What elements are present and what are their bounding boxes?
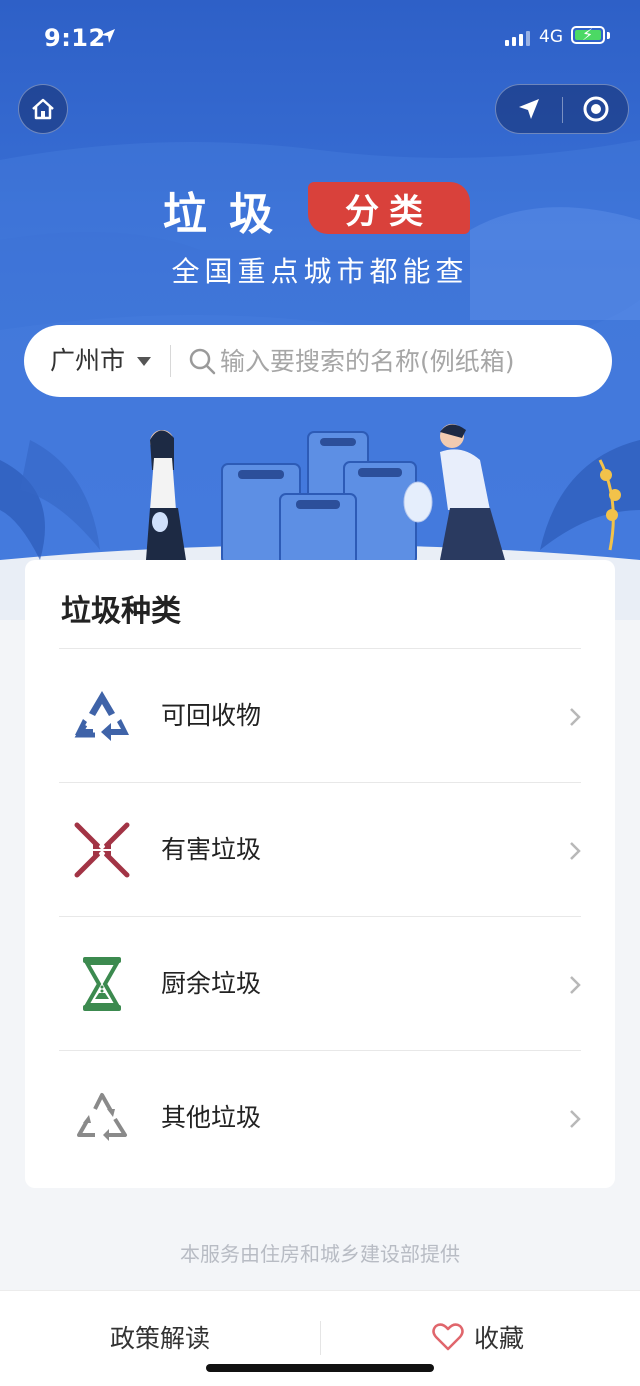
caret-down-icon[interactable] bbox=[137, 357, 151, 366]
favorite-button[interactable]: 收藏 bbox=[432, 1319, 524, 1355]
chevron-right-icon bbox=[570, 842, 581, 860]
network-type: 4G bbox=[539, 27, 563, 47]
status-bar: 9:12 4G ⚡ bbox=[0, 22, 640, 58]
search-icon bbox=[189, 348, 216, 375]
hourglass-icon bbox=[83, 957, 121, 1011]
location-button[interactable] bbox=[496, 85, 562, 133]
home-button[interactable] bbox=[18, 84, 68, 134]
chevron-right-icon bbox=[570, 708, 581, 726]
recycle-outline-icon bbox=[77, 1093, 127, 1141]
home-indicator[interactable] bbox=[206, 1364, 434, 1372]
signal-icon bbox=[505, 30, 530, 46]
category-row-kitchen[interactable]: 厨余垃圾 bbox=[59, 916, 581, 1051]
category-label: 有害垃圾 bbox=[161, 835, 262, 864]
close-mini-program-button[interactable] bbox=[563, 85, 629, 133]
battery-icon: ⚡ bbox=[571, 25, 605, 44]
title-tag: 分类 bbox=[308, 182, 470, 234]
hero-banner: 9:12 4G ⚡ 垃圾 分类 全国重点城市都能查 bbox=[0, 0, 640, 620]
service-provider-note: 本服务由住房和城乡建设部提供 bbox=[180, 1242, 460, 1266]
category-label: 可回收物 bbox=[161, 701, 262, 730]
target-circle-icon bbox=[583, 96, 609, 122]
heart-icon bbox=[432, 1323, 464, 1351]
page-subtitle: 全国重点城市都能查 bbox=[171, 255, 469, 288]
city-selector[interactable]: 广州市 bbox=[50, 325, 125, 397]
navigation-arrow-icon bbox=[519, 99, 539, 119]
category-label: 厨余垃圾 bbox=[161, 969, 262, 998]
category-card-title: 垃圾种类 bbox=[61, 594, 181, 629]
category-row-other[interactable]: 其他垃圾 bbox=[59, 1050, 581, 1185]
mini-program-capsule bbox=[495, 84, 629, 134]
battery-cap bbox=[607, 32, 610, 39]
page-title: 垃圾 bbox=[163, 189, 295, 240]
status-time: 9:12 bbox=[44, 24, 106, 52]
category-card: 垃圾种类 可回收物 有害垃圾 厨余垃圾 其他垃圾 bbox=[25, 560, 615, 1188]
chevron-right-icon bbox=[570, 1110, 581, 1128]
chevron-right-icon bbox=[570, 976, 581, 994]
home-icon bbox=[32, 98, 54, 120]
category-row-hazardous[interactable]: 有害垃圾 bbox=[59, 782, 581, 917]
category-label: 其他垃圾 bbox=[161, 1103, 262, 1132]
favorite-label: 收藏 bbox=[474, 1324, 525, 1353]
search-bar: 广州市 bbox=[24, 325, 612, 397]
bottom-bar-divider bbox=[320, 1321, 321, 1355]
policy-interpretation-button[interactable]: 政策解读 bbox=[0, 1319, 320, 1355]
search-divider bbox=[170, 345, 171, 377]
recycle-icon bbox=[74, 691, 129, 741]
hazard-x-icon bbox=[74, 822, 130, 878]
location-arrow-icon bbox=[101, 29, 115, 43]
search-input[interactable] bbox=[220, 339, 580, 383]
category-row-recyclable[interactable]: 可回收物 bbox=[59, 648, 581, 783]
